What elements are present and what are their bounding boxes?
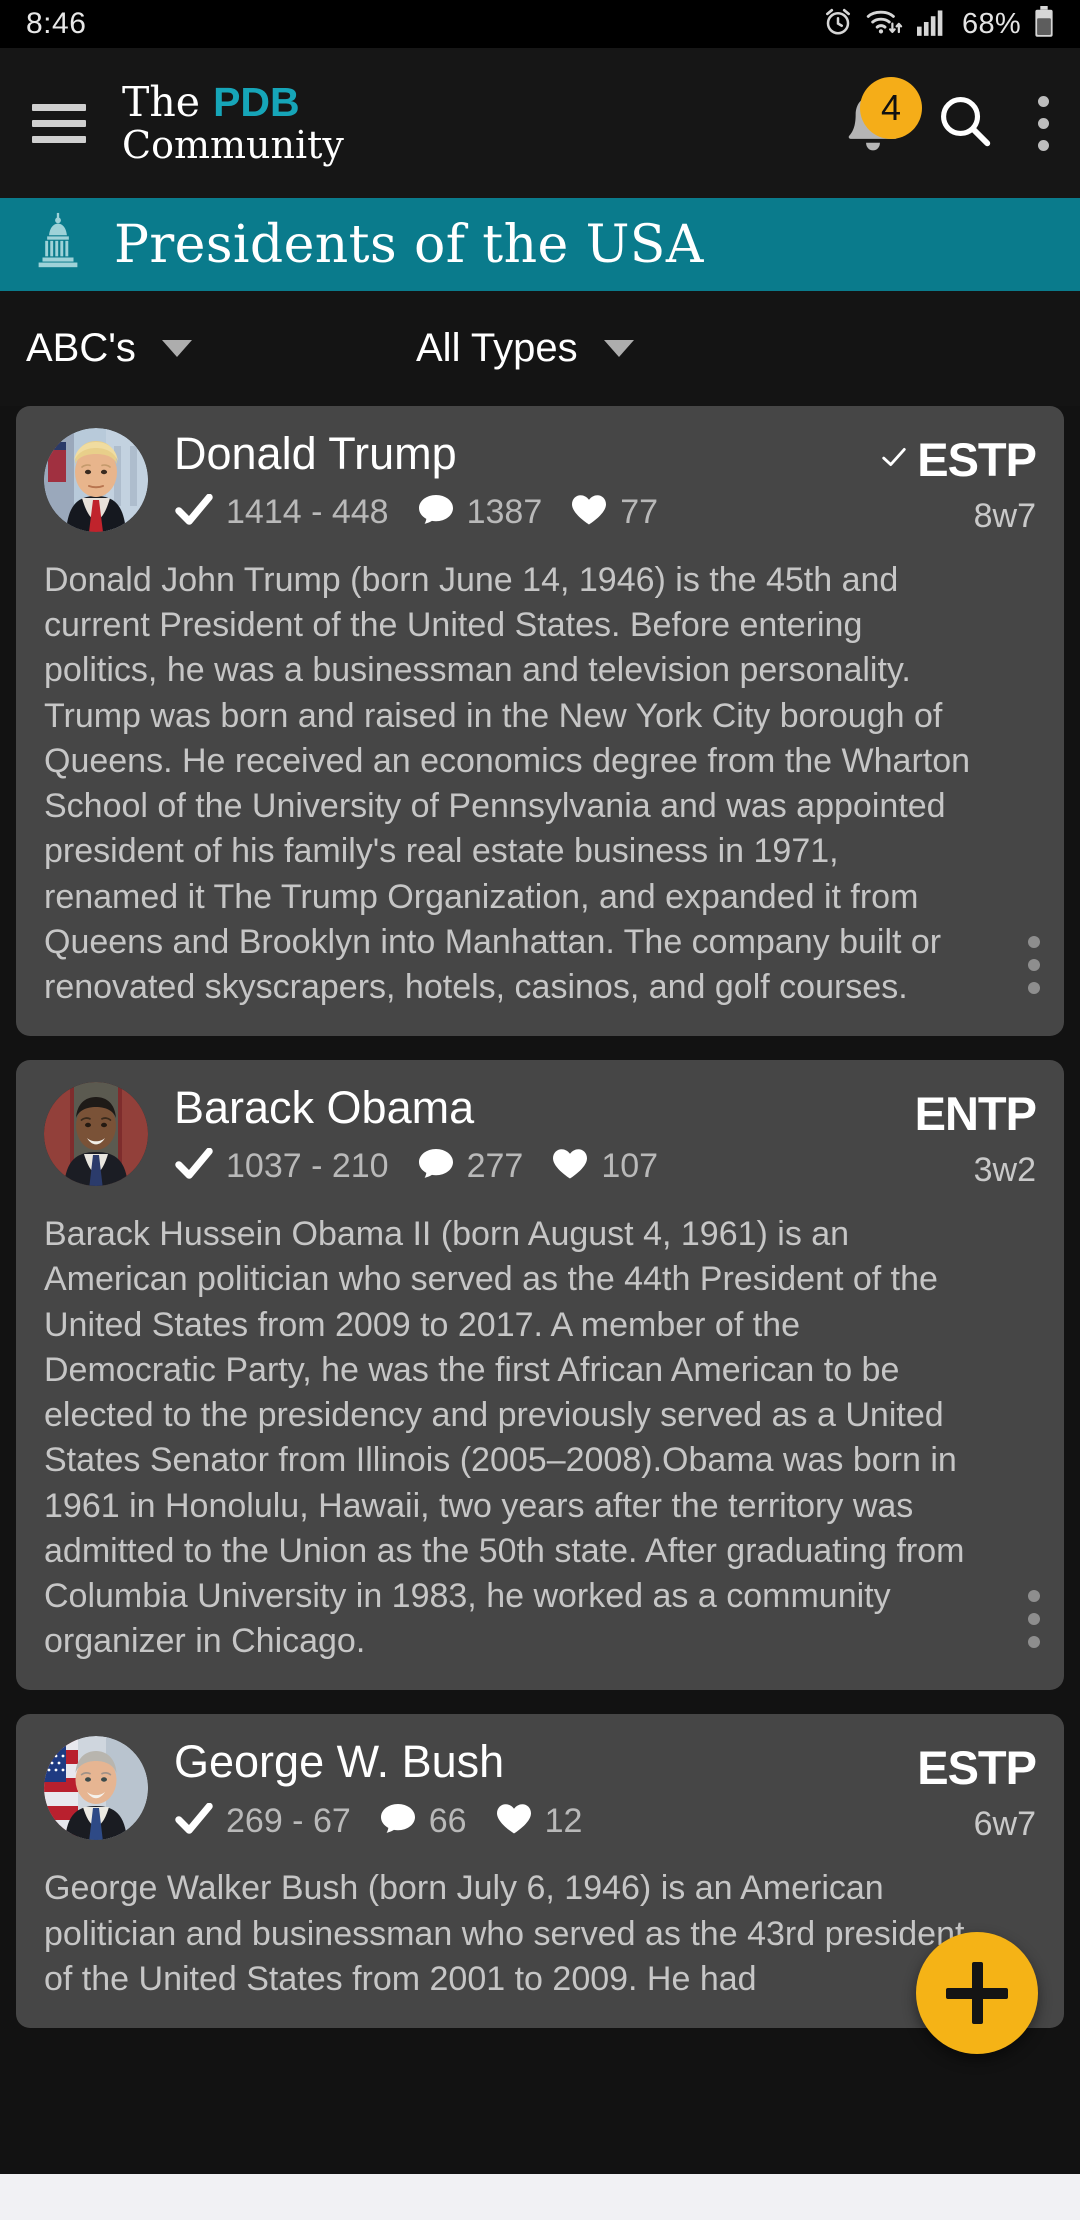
cellular-signal-icon xyxy=(917,8,947,41)
mbti-type: ESTP xyxy=(917,433,1037,486)
brand-accent: PDB xyxy=(213,79,300,126)
search-icon[interactable] xyxy=(936,92,994,155)
heart-icon xyxy=(570,493,608,532)
brand-prefix: The xyxy=(122,78,214,127)
status-bar: 8:46 68% xyxy=(0,0,1080,48)
wifi-icon xyxy=(866,7,904,42)
like-stat[interactable]: 107 xyxy=(551,1147,658,1186)
heart-icon xyxy=(495,1802,533,1841)
profile-stats: 1414 - 448 1387 77 xyxy=(174,493,881,532)
kebab-menu-icon[interactable] xyxy=(1022,88,1054,159)
app-bar-actions: 4 xyxy=(838,77,1054,165)
nav-bar-backdrop xyxy=(0,2175,1080,2220)
profile-name: George W. Bush xyxy=(174,1736,505,1788)
comment-icon xyxy=(417,493,455,532)
profile-card-header: George W. Bush 269 - 67 66 12 ESTP 6w7 xyxy=(44,1736,1037,1844)
profile-name: Barack Obama xyxy=(174,1082,475,1134)
profile-identity: Barack Obama 1037 - 210 277 107 xyxy=(174,1082,915,1186)
comment-stat[interactable]: 1387 xyxy=(417,493,543,532)
app-brand[interactable]: The PDB Community xyxy=(122,80,344,165)
capitol-building-icon xyxy=(30,211,86,278)
vote-count: 1037 - 210 xyxy=(226,1147,389,1186)
checkmark-icon xyxy=(174,1148,214,1185)
donald-trump-avatar[interactable] xyxy=(44,428,148,532)
hamburger-menu-icon[interactable] xyxy=(28,98,90,149)
voted-checkmark-icon xyxy=(881,446,907,473)
vote-stat[interactable]: 1414 - 448 xyxy=(174,493,389,532)
card-overflow-menu-icon[interactable] xyxy=(1028,1590,1040,1649)
mbti-type: ESTP xyxy=(917,1741,1037,1795)
profile-identity: Donald Trump 1414 - 448 1387 77 xyxy=(174,428,881,532)
comment-stat[interactable]: 277 xyxy=(417,1147,524,1186)
profile-card-header: Donald Trump 1414 - 448 1387 77 ESTP 8w7 xyxy=(44,428,1037,536)
checkmark-icon xyxy=(174,1802,214,1840)
profile-card[interactable]: George W. Bush 269 - 67 66 12 ESTP 6w7 G… xyxy=(16,1714,1064,2029)
alarm-icon xyxy=(823,7,853,42)
profile-name: Donald Trump xyxy=(174,428,457,479)
profile-stats: 1037 - 210 277 107 xyxy=(174,1147,915,1186)
notifications-button[interactable]: 4 xyxy=(838,77,922,165)
comment-stat[interactable]: 66 xyxy=(379,1802,467,1841)
mbti-line: ESTP xyxy=(917,1740,1037,1795)
vote-count: 269 - 67 xyxy=(226,1801,351,1840)
sort-filter-label: ABC's xyxy=(26,326,136,370)
battery-icon xyxy=(1034,5,1054,43)
mbti-line: ESTP xyxy=(881,432,1037,487)
type-filter[interactable]: All Types xyxy=(416,326,634,371)
profile-bio: Donald John Trump (born June 14, 1946) i… xyxy=(44,561,971,1006)
battery-percent-label: 68% xyxy=(962,7,1021,40)
george-w-bush-avatar[interactable] xyxy=(44,1736,148,1841)
vote-count: 1414 - 448 xyxy=(226,493,389,532)
comment-count: 1387 xyxy=(466,493,543,532)
profile-type: ENTP 3w2 xyxy=(914,1082,1037,1190)
checkmark-icon xyxy=(174,493,214,531)
like-stat[interactable]: 77 xyxy=(570,493,658,532)
vote-stat[interactable]: 1037 - 210 xyxy=(174,1147,389,1186)
profile-bio: Barack Hussein Obama II (born August 4, … xyxy=(44,1215,965,1661)
profile-card-header: Barack Obama 1037 - 210 277 107 ENTP 3w2 xyxy=(44,1082,1037,1190)
profile-card[interactable]: Donald Trump 1414 - 448 1387 77 ESTP 8w7… xyxy=(16,406,1064,1037)
type-filter-label: All Types xyxy=(416,326,578,370)
comment-icon xyxy=(417,1147,455,1186)
profile-type: ESTP 8w7 xyxy=(881,428,1037,536)
status-bar-time: 8:46 xyxy=(26,7,87,40)
plus-icon-bar xyxy=(946,1987,1008,1999)
enneagram-type: 3w2 xyxy=(973,1151,1036,1190)
filter-bar: ABC's All Types xyxy=(0,291,1080,406)
profile-stats: 269 - 67 66 12 xyxy=(174,1802,917,1841)
profile-card[interactable]: Barack Obama 1037 - 210 277 107 ENTP 3w2… xyxy=(16,1060,1064,1691)
brand-line-1: The PDB xyxy=(122,80,344,124)
vote-stat[interactable]: 269 - 67 xyxy=(174,1802,351,1841)
mbti-line: ENTP xyxy=(914,1086,1037,1141)
like-count: 12 xyxy=(544,1801,583,1840)
mbti-type: ENTP xyxy=(914,1087,1037,1141)
like-stat[interactable]: 12 xyxy=(495,1801,583,1841)
notification-badge: 4 xyxy=(860,77,922,139)
enneagram-type: 6w7 xyxy=(973,1805,1036,1844)
brand-line-2: Community xyxy=(122,122,344,167)
heart-icon xyxy=(551,1147,589,1186)
like-count: 107 xyxy=(601,1147,659,1186)
profile-type: ESTP 6w7 xyxy=(917,1736,1037,1844)
banner-title: Presidents of the USA xyxy=(114,214,704,275)
enneagram-type: 8w7 xyxy=(973,497,1036,535)
app-bar: The PDB Community 4 xyxy=(0,48,1080,198)
sort-filter[interactable]: ABC's xyxy=(26,326,396,371)
card-overflow-menu-icon[interactable] xyxy=(1028,936,1040,995)
chevron-down-icon xyxy=(161,340,192,357)
comment-count: 277 xyxy=(466,1147,524,1186)
profile-bio: George Walker Bush (born July 6, 1946) i… xyxy=(44,1869,965,1998)
like-count: 77 xyxy=(620,493,659,532)
category-banner[interactable]: Presidents of the USA xyxy=(0,198,1080,291)
chevron-down-icon xyxy=(603,340,634,357)
comment-icon xyxy=(379,1802,417,1841)
add-profile-button[interactable] xyxy=(916,1932,1038,2054)
comment-count: 66 xyxy=(428,1801,467,1840)
profile-identity: George W. Bush 269 - 67 66 12 xyxy=(174,1736,917,1840)
profile-feed: Donald Trump 1414 - 448 1387 77 ESTP 8w7… xyxy=(0,406,1080,2029)
barack-obama-avatar[interactable] xyxy=(44,1082,148,1187)
